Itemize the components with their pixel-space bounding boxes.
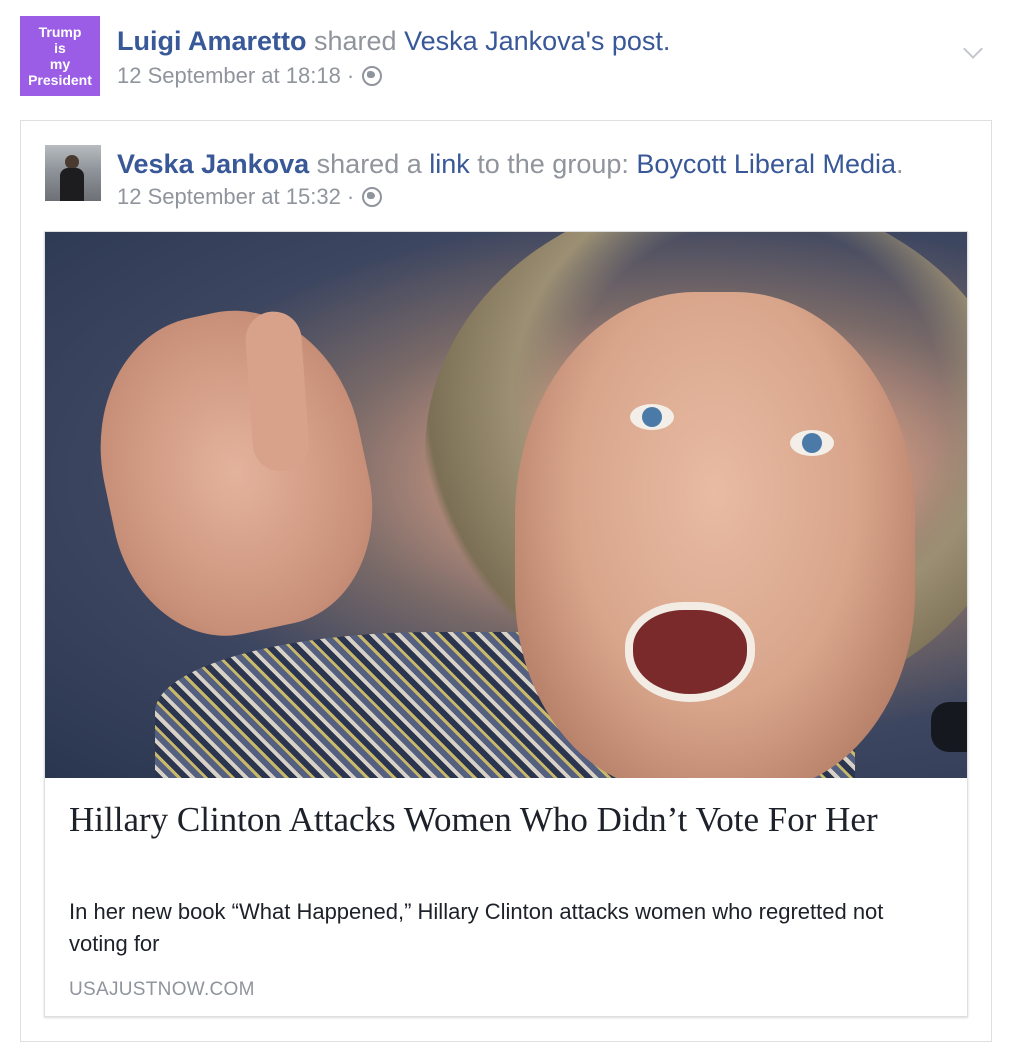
globe-icon[interactable]	[362, 187, 383, 207]
image-mouth	[625, 602, 755, 702]
image-microphone	[931, 702, 967, 752]
avatar[interactable]: Trump is my President	[20, 16, 100, 96]
link-preview-image[interactable]	[45, 232, 967, 778]
action-text: shared	[306, 26, 405, 56]
original-author-link[interactable]: Veska Jankova	[404, 26, 586, 56]
image-eye	[630, 404, 674, 430]
shared-post-meta: 12 September at 15:32 ·	[117, 183, 383, 211]
action-text: to the group:	[469, 149, 637, 179]
group-link[interactable]: Boycott Liberal Media	[636, 149, 896, 179]
link-link[interactable]: link	[429, 149, 470, 179]
image-face	[515, 292, 915, 778]
link-title[interactable]: Hillary Clinton Attacks Women Who Didn’t…	[69, 798, 939, 842]
avatar-figure-body	[60, 168, 84, 201]
avatar-text-line: my	[49, 56, 71, 72]
globe-icon[interactable]	[362, 66, 383, 86]
post-headline: Luigi Amaretto shared Veska Jankova's po…	[117, 24, 670, 58]
timestamp[interactable]: 12 September at 18:18 ·	[117, 62, 354, 90]
outer-post-header: Trump is my President Luigi Amaretto sha…	[20, 16, 1000, 100]
timestamp[interactable]: 12 September at 15:32 ·	[117, 183, 354, 211]
author-link[interactable]: Luigi Amaretto	[117, 26, 307, 56]
avatar-text-line: President	[28, 72, 92, 88]
link-preview-card[interactable]: Hillary Clinton Attacks Women Who Didn’t…	[44, 231, 968, 1017]
avatar[interactable]	[45, 145, 101, 201]
image-eye	[790, 430, 834, 456]
author-link[interactable]: Veska Jankova	[117, 149, 309, 179]
avatar-text-line: Trump	[38, 24, 82, 40]
shared-post-headline: Veska Jankova shared a link to the group…	[117, 147, 904, 181]
action-text: shared a	[309, 149, 430, 179]
image-hand	[74, 288, 396, 656]
image-finger	[243, 309, 311, 474]
post-link[interactable]: 's post.	[586, 26, 671, 56]
avatar-text-line: is	[54, 40, 66, 56]
post-meta: 12 September at 18:18 ·	[117, 62, 383, 90]
shared-post: Veska Jankova shared a link to the group…	[20, 120, 992, 1042]
link-description: In her new book “What Happened,” Hillary…	[69, 899, 884, 956]
link-domain: USAJUSTNOW.COM	[69, 979, 255, 1000]
chevron-down-icon[interactable]	[963, 39, 983, 59]
period: .	[896, 149, 904, 179]
avatar-figure-head	[65, 155, 79, 169]
